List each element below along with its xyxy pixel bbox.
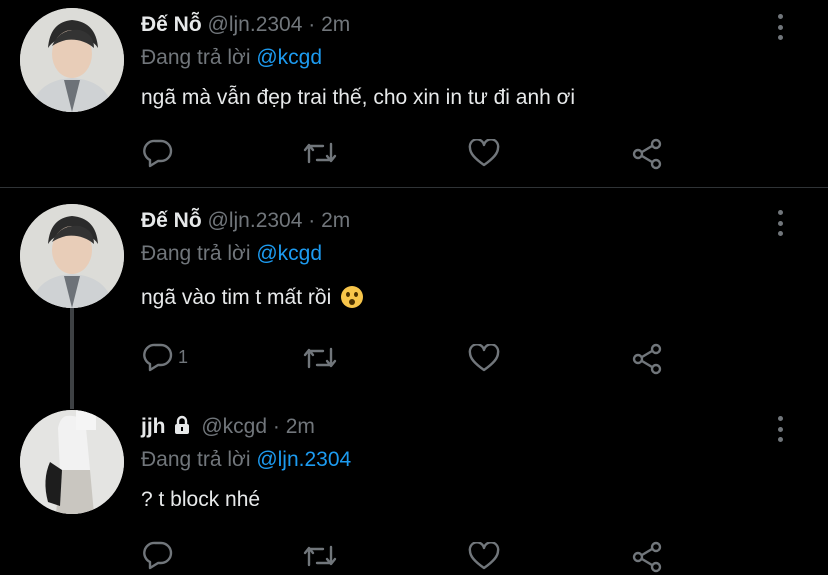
- tweet[interactable]: Đế Nỗ @ljn.2304 · 2m Đang trả lời @kcgd …: [0, 196, 828, 409]
- tweet-text: ngã vào tim t mất rồi: [141, 286, 364, 310]
- tweet-header: jjh @kcgd · 2m: [141, 415, 315, 441]
- reply-button[interactable]: [142, 138, 174, 168]
- tweet-header: Đế Nỗ @ljn.2304 · 2m: [141, 13, 350, 37]
- retweet-icon: [303, 347, 337, 369]
- replying-to-label: Đang trả lời: [141, 242, 251, 265]
- reply-icon: [143, 139, 173, 168]
- share-icon: [632, 343, 662, 375]
- mention-link[interactable]: @kcgd: [256, 46, 322, 69]
- reply-button[interactable]: 1: [142, 342, 188, 372]
- timestamp[interactable]: 2m: [321, 209, 350, 232]
- separator: ·: [308, 13, 316, 36]
- mention-link[interactable]: @ljn.2304: [256, 448, 351, 471]
- more-icon[interactable]: [776, 14, 784, 40]
- share-icon: [632, 541, 662, 573]
- tweet[interactable]: jjh @kcgd · 2m Đang trả lời @ljn.2304 ? …: [0, 402, 828, 575]
- divider: [0, 187, 828, 188]
- retweet-icon: [303, 142, 337, 164]
- timestamp[interactable]: 2m: [286, 415, 315, 438]
- lock-icon: [172, 415, 192, 441]
- like-icon: [468, 344, 500, 372]
- replying-to-label: Đang trả lời: [141, 448, 251, 471]
- reply-button[interactable]: [142, 540, 174, 570]
- retweet-icon: [303, 545, 337, 567]
- tweet-header: Đế Nỗ @ljn.2304 · 2m: [141, 209, 350, 233]
- tweet-text-content: ngã vào tim t mất rồi: [141, 286, 332, 309]
- timestamp[interactable]: 2m: [321, 13, 350, 36]
- display-name[interactable]: Đế Nỗ: [141, 13, 202, 36]
- replying-to-label: Đang trả lời: [141, 46, 251, 69]
- thread-line: [70, 304, 74, 409]
- replying-to: Đang trả lời @kcgd: [141, 46, 322, 70]
- like-icon: [468, 139, 500, 167]
- display-name[interactable]: Đế Nỗ: [141, 209, 202, 232]
- face-with-hand-over-mouth-icon: [341, 286, 364, 308]
- display-name[interactable]: jjh: [141, 415, 166, 438]
- like-icon: [468, 542, 500, 570]
- handle[interactable]: @ljn.2304: [208, 13, 303, 36]
- share-button[interactable]: [632, 541, 664, 573]
- avatar[interactable]: [20, 204, 124, 308]
- reply-icon: [143, 541, 173, 570]
- share-icon: [632, 138, 662, 170]
- share-button[interactable]: [632, 138, 664, 170]
- more-icon[interactable]: [776, 416, 784, 442]
- share-button[interactable]: [632, 343, 664, 375]
- like-button[interactable]: [468, 139, 500, 167]
- like-button[interactable]: [468, 542, 500, 570]
- tweet[interactable]: Đế Nỗ @ljn.2304 · 2m Đang trả lời @kcgd …: [0, 0, 828, 188]
- more-icon[interactable]: [776, 210, 784, 236]
- reply-icon: [143, 343, 173, 372]
- reply-count: 1: [178, 346, 189, 367]
- like-button[interactable]: [468, 344, 500, 372]
- avatar[interactable]: [20, 410, 124, 514]
- separator: ·: [272, 415, 280, 438]
- separator: ·: [308, 209, 316, 232]
- avatar[interactable]: [20, 8, 124, 112]
- tweet-text: ? t block nhé: [141, 488, 261, 511]
- replying-to: Đang trả lời @ljn.2304: [141, 448, 351, 472]
- retweet-button[interactable]: [302, 345, 338, 371]
- handle[interactable]: @ljn.2304: [208, 209, 303, 232]
- replying-to: Đang trả lời @kcgd: [141, 242, 322, 266]
- handle[interactable]: @kcgd: [201, 415, 267, 438]
- tweet-text: ngã mà vẫn đẹp trai thế, cho xin in tư đ…: [141, 86, 576, 109]
- retweet-button[interactable]: [302, 140, 338, 166]
- mention-link[interactable]: @kcgd: [256, 242, 322, 265]
- retweet-button[interactable]: [302, 543, 338, 569]
